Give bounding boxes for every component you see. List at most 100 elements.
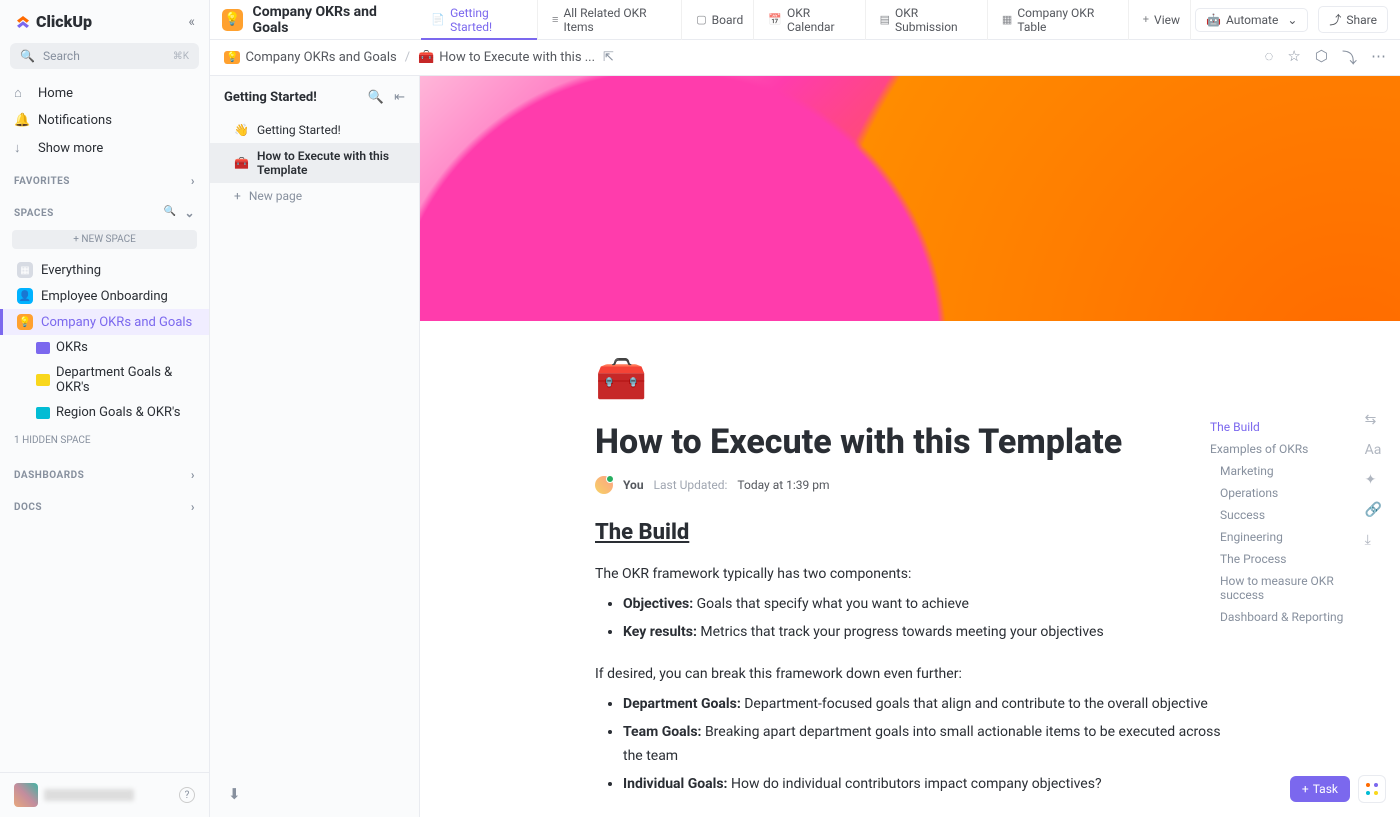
para-intro[interactable]: The OKR framework typically has two comp… [595,563,1225,585]
doc-newpage-label: New page [249,189,302,203]
chevron-down-icon[interactable]: ⌄ [184,206,195,220]
search-placeholder: Search [43,49,80,63]
doc-sidebar-title: Getting Started! [224,90,317,105]
toc-marketing[interactable]: Marketing [1210,460,1380,482]
download-icon[interactable]: ⬇ [228,785,241,803]
toc-success[interactable]: Success [1210,504,1380,526]
new-space-button[interactable]: + NEW SPACE [12,230,197,249]
nav-home[interactable]: ⌂Home [0,79,209,107]
calendar-icon: 📅 [768,13,782,26]
list-breakdown[interactable]: Department Goals: Department-focused goa… [595,693,1225,796]
share-icon: ⤴ [1329,11,1341,28]
space-onboarding-label: Employee Onboarding [41,289,168,304]
doc-title[interactable]: How to Execute with this Template [595,422,1225,462]
typography-icon[interactable]: Aa [1365,442,1382,458]
person-icon: 👤 [17,288,33,304]
nav-notifications[interactable]: 🔔Notifications [0,107,209,134]
folder-region-goals[interactable]: Region Goals & OKR's [0,400,209,425]
list-components[interactable]: Objectives: Goals that specify what you … [595,593,1225,645]
toc-engineering[interactable]: Engineering [1210,526,1380,548]
toc-process[interactable]: The Process [1210,548,1380,570]
document-scroll[interactable]: 🧰 How to Execute with this Template You … [420,76,1400,817]
tab-table-label: Company OKR Table [1017,6,1117,34]
folder-okrs[interactable]: OKRs [0,335,209,360]
more-icon[interactable]: ⋯ [1371,47,1386,68]
section-docs[interactable]: DOCS› [0,488,209,520]
li-objectives[interactable]: Objectives: Goals that specify what you … [623,593,1225,617]
section-spaces[interactable]: SPACES 🔍⌄ [0,194,209,226]
relations-icon[interactable]: 🔗 [1365,502,1382,518]
topbar: 💡 Company OKRs and Goals 📄Getting Starte… [210,0,1400,40]
space-everything[interactable]: ▦Everything [0,257,209,283]
export-icon[interactable]: ⤓ [1365,532,1382,548]
para-breakdown[interactable]: If desired, you can break this framework… [595,663,1225,685]
favorites-label: FAVORITES [14,176,70,187]
toc-examples[interactable]: Examples of OKRs [1210,438,1380,460]
new-task-button[interactable]: +Task [1290,776,1350,802]
space-onboarding[interactable]: 👤 Employee Onboarding [0,283,209,309]
nav-showmore[interactable]: ↓Show more [0,134,209,162]
hidden-space-label[interactable]: 1 HIDDEN SPACE [0,425,209,456]
breadcrumb-doc[interactable]: 🧰How to Execute with this ... [418,50,595,65]
toc-measure[interactable]: How to measure OKR success [1210,570,1380,606]
chevron-right-icon: › [191,174,195,188]
comment-icon[interactable]: ⬡ [1315,47,1328,68]
doc-page-howto[interactable]: 🧰How to Execute with this Template [210,143,419,183]
doc-emoji[interactable]: 🧰 [595,355,1225,404]
space-title[interactable]: Company OKRs and Goals [253,4,406,36]
folder-dept-label: Department Goals & OKR's [56,365,209,395]
doc-page-howto-label: How to Execute with this Template [257,149,405,177]
expand-icon[interactable]: ⇆ [1365,412,1382,428]
tab-add-view[interactable]: +View [1133,0,1191,40]
folder-icon [36,407,50,419]
doc-cover[interactable] [420,76,1400,321]
li-individual-goals[interactable]: Individual Goals: How do individual cont… [623,773,1225,797]
open-external-icon[interactable]: ⇱ [603,50,614,65]
user-avatar[interactable] [14,783,38,807]
author-name: You [623,478,644,492]
search-input[interactable]: 🔍 Search ⌘K [10,43,199,69]
doc-page-getting-started[interactable]: 👋Getting Started! [210,117,419,143]
automate-button[interactable]: 🤖Automate⌄ [1195,8,1308,32]
tab-all-related[interactable]: ≡All Related OKR Items [542,0,682,40]
tab-view-label: View [1154,13,1180,27]
author-avatar[interactable] [595,476,613,494]
collapse-sidebar-icon[interactable]: « [188,14,195,30]
li-keyresults[interactable]: Key results: Metrics that track your pro… [623,621,1225,645]
tab-table[interactable]: ▦Company OKR Table [992,0,1129,40]
star-icon[interactable]: ☆ [1287,47,1300,68]
section-dashboards[interactable]: DASHBOARDS› [0,456,209,488]
logo[interactable]: ClickUp [14,12,92,31]
toc-dashboard[interactable]: Dashboard & Reporting [1210,606,1380,628]
tab-calendar[interactable]: 📅OKR Calendar [758,0,865,40]
collapse-panel-icon[interactable]: ⇤ [394,90,405,105]
li-team-goals[interactable]: Team Goals: Breaking apart department go… [623,721,1225,769]
space-company-okrs[interactable]: 💡Company OKRs and Goals [0,309,209,335]
folder-okrs-label: OKRs [56,340,88,355]
folder-department-goals[interactable]: Department Goals & OKR's [0,360,209,400]
search-spaces-icon[interactable]: 🔍 [163,206,176,220]
toc-operations[interactable]: Operations [1210,482,1380,504]
dg-text: Department-focused goals that align and … [741,696,1208,712]
tag-icon[interactable]: ◌ [1265,47,1274,68]
inbox-icon[interactable]: ⤵ [1342,47,1357,68]
automate-label: Automate [1226,13,1278,27]
bc-a-label: Company OKRs and Goals [245,50,396,65]
chevron-down-icon: ⌄ [1287,13,1297,27]
section-favorites[interactable]: FAVORITES › [0,162,209,194]
tab-board[interactable]: ▢Board [686,0,754,40]
doc-sidebar: Getting Started! 🔍 ⇤ 👋Getting Started! 🧰… [210,76,420,817]
tab-submission[interactable]: ▤OKR Submission [870,0,988,40]
toc-the-build[interactable]: The Build [1210,416,1380,438]
search-icon[interactable]: 🔍 [368,90,384,105]
space-badge-icon[interactable]: 💡 [222,9,243,31]
heading-the-build[interactable]: The Build [595,520,1225,545]
li-department-goals[interactable]: Department Goals: Department-focused goa… [623,693,1225,717]
share-button[interactable]: ⤴Share [1318,6,1388,33]
apps-button[interactable] [1358,775,1386,803]
tab-getting-started[interactable]: 📄Getting Started! [421,0,538,40]
doc-new-page[interactable]: +New page [210,183,419,209]
breadcrumb-space[interactable]: 💡Company OKRs and Goals [224,50,397,65]
sparkle-icon[interactable]: ✦ [1365,472,1382,488]
help-icon[interactable]: ? [179,787,195,803]
